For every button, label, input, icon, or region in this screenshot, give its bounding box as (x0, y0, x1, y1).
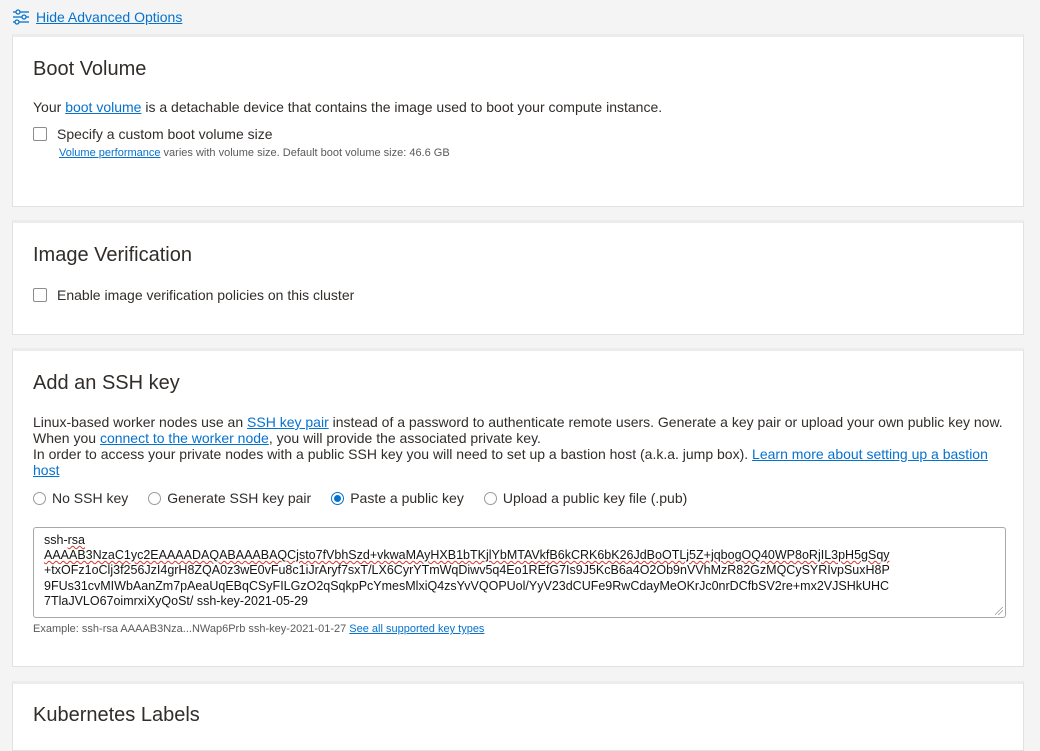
radio-button[interactable] (33, 491, 46, 505)
boot-volume-link[interactable]: boot volume (65, 99, 141, 115)
ssh-key-panel: Add an SSH key Linux-based worker nodes … (12, 348, 1024, 667)
boot-volume-hint: Volume performance varies with volume si… (59, 147, 450, 159)
checkbox-box[interactable] (33, 127, 47, 141)
radio-upload-public-key-file[interactable]: Upload a public key file (.pub) (483, 490, 687, 506)
checkbox-box[interactable] (33, 288, 47, 302)
radio-button[interactable] (483, 491, 497, 505)
radio-button-selected[interactable] (331, 491, 345, 505)
connect-worker-node-link[interactable]: connect to the worker node (100, 430, 269, 446)
hide-advanced-options-link[interactable]: Hide Advanced Options (12, 8, 182, 26)
radio-button[interactable] (148, 491, 162, 505)
custom-boot-volume-size-checkbox[interactable]: Specify a custom boot volume size (33, 126, 273, 142)
supported-key-types-link[interactable]: See all supported key types (349, 623, 484, 635)
ssh-public-key-textarea[interactable]: ssh-rsa AAAAB3NzaC1yc2EAAAADAQABAAABAQCj… (33, 527, 1006, 618)
boot-volume-title: Boot Volume (33, 58, 147, 80)
radio-paste-public-key[interactable]: Paste a public key (331, 490, 464, 506)
custom-boot-volume-size-label: Specify a custom boot volume size (57, 126, 273, 142)
boot-volume-description: Your boot volume is a detachable device … (33, 99, 663, 115)
bastion-host-link-continued[interactable]: host (33, 462, 59, 478)
boot-volume-panel: Boot Volume Your boot volume is a detach… (12, 34, 1024, 207)
image-verification-panel: Image Verification Enable image verifica… (12, 220, 1024, 335)
ssh-key-example: Example: ssh-rsa AAAAB3Nza...NWap6Prb ss… (33, 623, 485, 635)
image-verification-label: Enable image verification policies on th… (57, 287, 355, 303)
radio-generate-ssh-key-pair[interactable]: Generate SSH key pair (148, 490, 311, 506)
ssh-key-options: No SSH key Generate SSH key pair Paste a… (33, 490, 687, 506)
sliders-icon (12, 8, 30, 26)
ssh-key-description: Linux-based worker nodes use an SSH key … (33, 414, 1003, 478)
kubernetes-labels-panel: Kubernetes Labels (12, 681, 1024, 751)
bastion-host-link[interactable]: Learn more about setting up a bastion (752, 446, 988, 462)
radio-no-ssh-key[interactable]: No SSH key (33, 490, 128, 506)
hide-advanced-options-label[interactable]: Hide Advanced Options (36, 9, 182, 25)
ssh-key-pair-link[interactable]: SSH key pair (247, 414, 329, 430)
volume-performance-link[interactable]: Volume performance (59, 147, 161, 159)
ssh-key-title: Add an SSH key (33, 372, 180, 394)
image-verification-title: Image Verification (33, 244, 192, 266)
kubernetes-labels-title: Kubernetes Labels (33, 704, 200, 726)
resize-grip-icon[interactable] (995, 607, 1003, 615)
image-verification-checkbox[interactable]: Enable image verification policies on th… (33, 287, 354, 303)
